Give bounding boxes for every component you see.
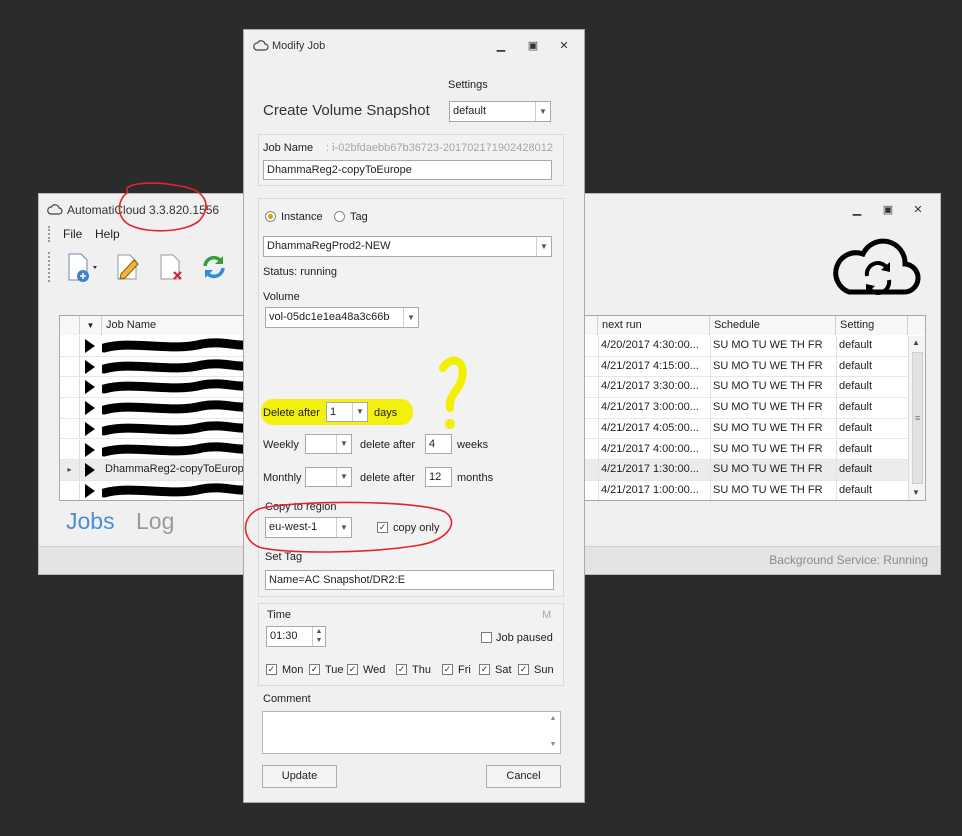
version-red-circle [118,182,207,232]
annotation-overlay [118,182,467,553]
copy-region-red-circle [244,501,453,553]
yellow-question-mark [439,356,467,412]
yellow-question-dot [445,419,455,429]
